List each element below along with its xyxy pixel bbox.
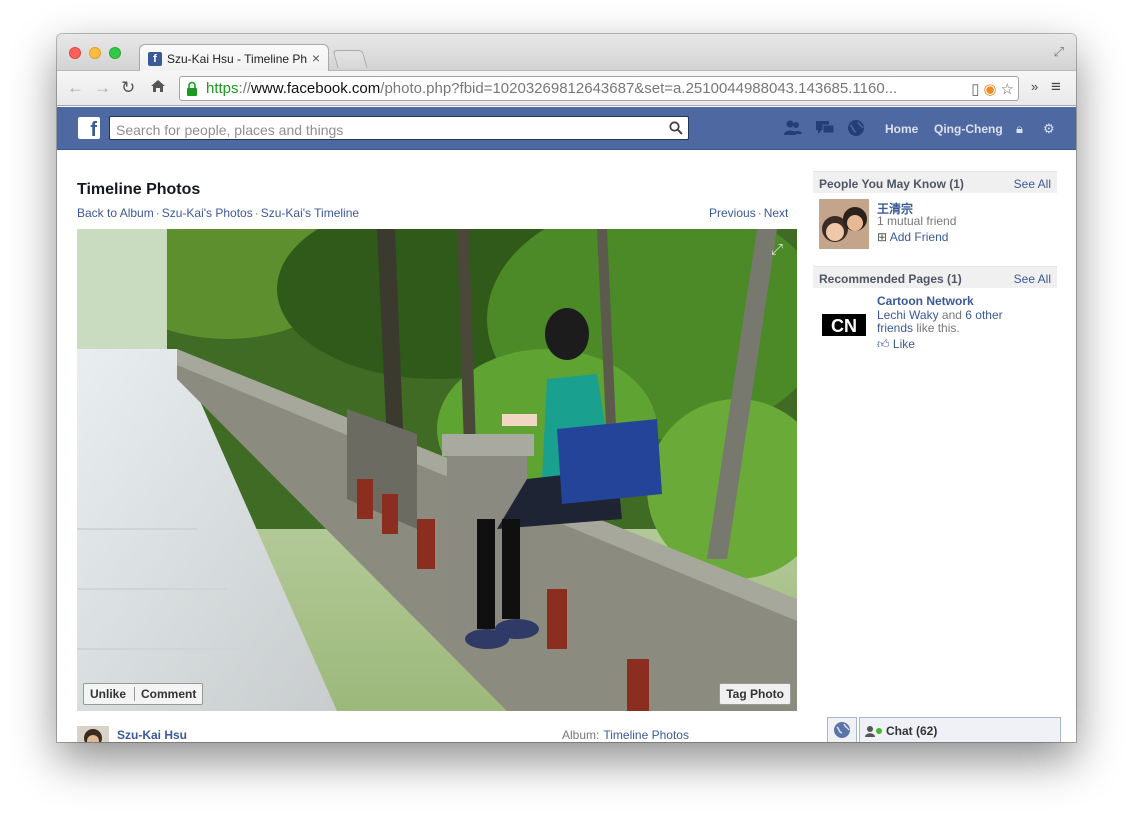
mutual-friends-text: 1 mutual friend	[877, 214, 957, 228]
next-link[interactable]: Next	[764, 206, 789, 220]
bookmark-star-icon[interactable]: ☆	[1001, 81, 1014, 98]
back-arrow-icon[interactable]: ←	[67, 78, 84, 98]
pymk-title: People You May Know (1)	[819, 177, 964, 191]
home-icon[interactable]	[150, 78, 166, 99]
extensions-overflow-icon[interactable]: »	[1031, 79, 1038, 94]
owner-timeline-link[interactable]: Szu-Kai's Timeline	[261, 206, 359, 220]
photo-pager: Previous · Next	[709, 206, 789, 220]
globe-icon	[834, 722, 850, 738]
zoom-window-button[interactable]	[109, 47, 121, 59]
add-friend-button[interactable]: ⊞ Add Friend	[877, 230, 948, 244]
browser-menu-icon[interactable]: ≡	[1051, 77, 1061, 97]
browser-toolbar: ← → ↻ https://www.facebook.com/photo.php…	[57, 71, 1076, 106]
recommended-pages-header: Recommended Pages (1) See All	[813, 266, 1057, 288]
facebook-logo-icon[interactable]: f	[78, 117, 100, 139]
tab-title: Szu-Kai Hsu - Timeline Ph	[167, 52, 307, 66]
browser-window: f Szu-Kai Hsu - Timeline Ph × ⤢ ← → ↻ ht…	[57, 34, 1076, 742]
photo-image	[77, 229, 797, 711]
settings-gear-icon[interactable]: ⚙︎	[1043, 121, 1055, 137]
address-bar[interactable]: https://www.facebook.com/photo.php?fbid=…	[179, 76, 1019, 101]
reader-icon[interactable]: ▯	[971, 81, 979, 98]
main-photo[interactable]: ⤢ Unlike Comment Tag Photo	[77, 229, 797, 711]
chat-bar[interactable]: Chat (62)	[859, 717, 1061, 742]
expand-photo-icon[interactable]: ⤢	[771, 241, 783, 258]
pymk-see-all-link[interactable]: See All	[1014, 177, 1051, 191]
online-indicator	[876, 728, 882, 734]
breadcrumb: Back to Album · Szu-Kai's Photos · Szu-Kai's…	[77, 206, 360, 220]
chat-globe-button[interactable]	[827, 717, 857, 742]
add-friend-icon: ⊞	[877, 230, 888, 244]
search-icon[interactable]	[669, 121, 683, 135]
new-tab-button[interactable]	[332, 50, 368, 68]
friends-link[interactable]: friends	[877, 321, 913, 335]
chat-label: Chat (62)	[886, 724, 938, 738]
url-text: https://www.facebook.com/photo.php?fbid=…	[206, 80, 898, 97]
search-input[interactable]	[109, 116, 689, 140]
page-likers-text: Lechi Waky and 6 other friends like this.	[877, 308, 1003, 335]
nav-home-link[interactable]: Home	[885, 122, 918, 136]
recommended-page-name[interactable]: Cartoon Network	[877, 294, 974, 308]
pymk-header: People You May Know (1) See All	[813, 171, 1057, 193]
facebook-favicon-icon: f	[148, 52, 162, 66]
owner-avatar[interactable]	[77, 726, 109, 742]
tab-strip: f Szu-Kai Hsu - Timeline Ph × ⤢	[57, 34, 1076, 72]
back-to-album-link[interactable]: Back to Album	[77, 206, 154, 220]
page-content: Timeline Photos Back to Album · Szu-Kai's …	[57, 151, 1076, 742]
forward-arrow-icon[interactable]: →	[94, 78, 111, 98]
owner-name-link[interactable]: Szu-Kai Hsu	[117, 728, 187, 742]
browser-tab[interactable]: f Szu-Kai Hsu - Timeline Ph ×	[139, 44, 329, 72]
previous-link[interactable]: Previous	[709, 206, 756, 220]
page-title: Timeline Photos	[77, 181, 201, 198]
svg-text:CN: CN	[831, 316, 857, 336]
album-link[interactable]: Timeline Photos	[603, 728, 689, 742]
nav-profile-link[interactable]: Qing-Cheng	[934, 122, 1003, 136]
like-page-button[interactable]: 👍︎ Like	[877, 337, 915, 352]
tag-photo-button[interactable]: Tag Photo	[719, 683, 791, 705]
owner-photos-link[interactable]: Szu-Kai's Photos	[162, 206, 253, 220]
thumbs-up-icon: 👍︎	[877, 337, 890, 351]
comment-button[interactable]: Comment	[135, 687, 202, 701]
extension-badge-icon[interactable]: ◉	[983, 81, 996, 98]
close-window-button[interactable]	[69, 47, 81, 59]
reload-icon[interactable]: ↻	[121, 78, 135, 98]
suggested-person-avatar[interactable]	[819, 199, 869, 249]
notifications-globe-icon[interactable]	[846, 119, 866, 137]
friend-requests-icon[interactable]	[783, 119, 803, 137]
privacy-shortcuts-icon[interactable]: 🔒︎	[1016, 121, 1023, 137]
recommended-see-all-link[interactable]: See All	[1014, 272, 1051, 286]
unlike-button[interactable]: Unlike	[90, 687, 136, 701]
liker-link[interactable]: Lechi Waky	[877, 308, 939, 322]
fullscreen-icon[interactable]: ⤢	[1054, 44, 1064, 60]
other-friends-link[interactable]: 6 other	[965, 308, 1002, 322]
messages-icon[interactable]	[815, 119, 835, 137]
cartoon-network-logo[interactable]: CN	[819, 301, 869, 351]
minimize-window-button[interactable]	[89, 47, 101, 59]
photo-actions: Unlike Comment	[83, 683, 204, 705]
recommended-pages-title: Recommended Pages (1)	[819, 272, 962, 286]
tab-close-icon[interactable]: ×	[312, 50, 320, 66]
facebook-header: f Home Qing-Cheng 🔒︎ ⚙︎	[57, 107, 1076, 150]
album-info: Album: Timeline Photos	[562, 728, 689, 742]
lock-icon	[187, 81, 197, 96]
